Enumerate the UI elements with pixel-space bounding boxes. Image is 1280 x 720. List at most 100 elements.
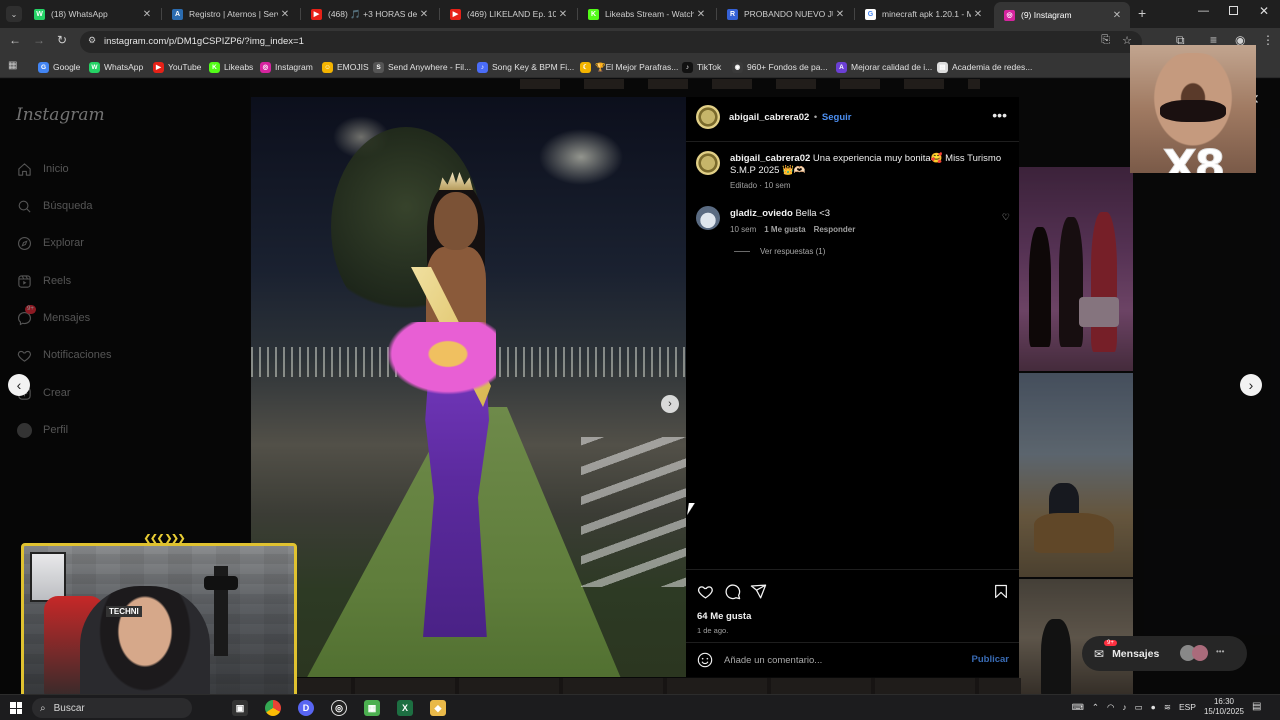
close-tab-icon[interactable]: ✕	[278, 9, 292, 20]
bookmark-item[interactable]: ♪ Song Key & BPM Fi...	[477, 59, 574, 75]
wifi-icon[interactable]: ≋	[1164, 702, 1171, 713]
task-view-icon[interactable]: ▣	[232, 700, 248, 716]
bookmark-item[interactable]: A Mejorar calidad de i...	[836, 59, 932, 75]
forward-icon[interactable]: →	[33, 33, 45, 47]
follow-button[interactable]: Seguir	[822, 112, 852, 123]
bookmark-item[interactable]: ☺ EMOJIS	[322, 59, 369, 75]
browser-tab[interactable]: ◎ (9) Instagram ✕	[994, 2, 1130, 28]
back-icon[interactable]: ←	[9, 33, 21, 47]
messages-pill[interactable]: ✉ 9+ Mensajes •••	[1082, 636, 1247, 671]
shirt-logo: TECHNI	[106, 606, 142, 617]
tab-title: (18) WhatsApp	[51, 9, 108, 19]
comment-username[interactable]: gladiz_oviedo	[730, 208, 793, 219]
browser-tab[interactable]: K Likeabs Stream - Watch Li✕	[578, 3, 714, 25]
close-tab-icon[interactable]: ✕	[694, 9, 708, 20]
bookmark-item[interactable]: K Likeabs	[209, 59, 253, 75]
divider	[686, 569, 1019, 570]
comment-like-icon[interactable]: ♡	[1002, 212, 1010, 223]
bookmark-item[interactable]: ◉ 960+ Fondos de pa...	[732, 59, 828, 75]
save-icon[interactable]	[992, 582, 1010, 600]
site-info-icon[interactable]: ⚙	[88, 35, 96, 46]
clock-time: 16:30	[1213, 697, 1234, 706]
emoji-icon[interactable]	[697, 652, 713, 673]
new-tab-button[interactable]: +	[1138, 5, 1146, 21]
comment-icon[interactable]	[723, 582, 741, 600]
caption-username[interactable]: abigail_cabrera02	[730, 153, 810, 164]
volume-icon[interactable]: ♪	[1122, 702, 1126, 712]
like-icon[interactable]	[696, 582, 714, 600]
start-icon[interactable]	[10, 702, 22, 714]
bookmark-item[interactable]: S Send Anywhere - Fil...	[373, 59, 471, 75]
minecraft-icon[interactable]: ▦	[364, 700, 380, 716]
reload-icon[interactable]: ↻	[57, 33, 67, 47]
youtube-icon: ▶	[450, 8, 461, 20]
comment-input[interactable]	[724, 652, 954, 668]
close-tab-icon[interactable]: ✕	[417, 9, 431, 20]
caption-avatar[interactable]	[696, 151, 720, 175]
reply-button[interactable]: Responder	[814, 225, 856, 234]
previous-post-button[interactable]: ‹	[8, 374, 30, 396]
header-separator: •	[813, 112, 818, 123]
bookmark-item[interactable]: ◎ Instagram	[260, 59, 313, 75]
browser-tab[interactable]: ▶ (468) 🎵 +3 HORAS de ✕	[301, 3, 437, 25]
bookmark-item[interactable]: ♪ TikTok	[682, 59, 721, 75]
network-icon[interactable]: ◠	[1107, 702, 1114, 713]
author-username[interactable]: abigail_cabrera02	[729, 112, 809, 123]
whatsapp-icon: W	[34, 8, 45, 20]
minimize-button[interactable]: —	[1198, 5, 1209, 17]
browser-tab[interactable]: Gminecraft apk 1.20.1 - Me ✕	[855, 3, 991, 25]
close-tab-icon[interactable]: ✕	[1110, 10, 1124, 21]
excel-icon[interactable]: X	[397, 700, 413, 716]
close-tab-icon[interactable]: ✕	[971, 9, 985, 20]
app-icon[interactable]: ◆	[430, 700, 446, 716]
notifications-icon[interactable]: ▤	[1252, 701, 1261, 712]
next-post-button[interactable]: ›	[1240, 374, 1262, 396]
menu-icon[interactable]: ⋮	[1262, 33, 1274, 47]
view-replies-button[interactable]: Ver respuestas (1)	[734, 247, 825, 256]
carousel-next-icon[interactable]: ›	[661, 395, 679, 413]
bookmark-item[interactable]: ☾ 🏆El Mejor Parafras...	[580, 59, 678, 75]
discord-icon[interactable]: D	[298, 700, 314, 716]
taskbar-search[interactable]: ⌕ Buscar	[32, 698, 192, 718]
publish-button[interactable]: Publicar	[972, 654, 1010, 665]
webcam-frame: TECHNI	[21, 543, 297, 701]
share-icon[interactable]	[749, 582, 767, 600]
post-photo[interactable]: ›	[251, 97, 686, 677]
search-icon: ⌕	[40, 702, 46, 714]
author-avatar[interactable]	[696, 105, 720, 129]
address-bar[interactable]: ⚙ instagram.com/p/DM1gCSPIZP6/?img_index…	[80, 31, 1142, 53]
browser-tab[interactable]: R PROBANDO NUEVO JUEGO✕	[717, 3, 853, 25]
close-window-button[interactable]: ✕	[1259, 4, 1269, 18]
bookmark-item[interactable]: G Google	[38, 59, 80, 75]
close-tab-icon[interactable]: ✕	[556, 9, 570, 20]
chevron-up-icon[interactable]: ⌃	[1092, 702, 1099, 713]
tab-search-button[interactable]: ⌄	[6, 6, 22, 22]
browser-tab[interactable]: ▶ (469) LIKELAND Ep. 10 "Di✕	[440, 3, 576, 25]
instagram-icon: ◎	[1004, 9, 1015, 21]
browser-tab[interactable]: A Registro | Aternos | Servidores✕	[162, 3, 298, 25]
bookmark-item[interactable]: ▶ YouTube	[153, 59, 201, 75]
install-app-icon[interactable]: ⎘	[1101, 34, 1110, 47]
commenter-avatar[interactable]	[696, 206, 720, 230]
chrome-icon[interactable]	[265, 700, 281, 716]
close-tab-icon[interactable]: ✕	[140, 9, 154, 20]
comment-likes[interactable]: 1 Me gusta	[764, 225, 805, 234]
microphone-icon[interactable]: ●	[1151, 702, 1156, 712]
more-options-icon[interactable]: •••	[992, 107, 1007, 123]
likes-count[interactable]: 64 Me gusta	[697, 611, 751, 622]
language-indicator[interactable]: ESP	[1179, 702, 1196, 712]
close-tab-icon[interactable]: ✕	[833, 9, 847, 20]
bookmarks-bar: ▦ G Google W WhatsApp ▶ YouTube K Likeabs ◎ Insta…	[0, 56, 1280, 78]
browser-tab[interactable]: W (18) WhatsApp ✕	[24, 3, 160, 25]
bookmark-item[interactable]: ▤ Academia de redes...	[937, 59, 1032, 75]
apps-icon[interactable]: ▦	[8, 60, 17, 71]
restore-button[interactable]	[1229, 6, 1238, 15]
monitor-icon[interactable]: ▭	[1135, 702, 1143, 713]
obs-icon[interactable]: ◎	[331, 700, 347, 716]
keyboard-icon[interactable]: ⌨	[1072, 702, 1084, 713]
tab-title: (9) Instagram	[1021, 10, 1072, 20]
bookmark-item[interactable]: W WhatsApp	[89, 59, 143, 75]
tab-title: minecraft apk 1.20.1 - Me	[882, 9, 971, 19]
bookmark-label: Send Anywhere - Fil...	[388, 62, 472, 72]
clock[interactable]: 16:30 15/10/2025	[1204, 697, 1244, 717]
